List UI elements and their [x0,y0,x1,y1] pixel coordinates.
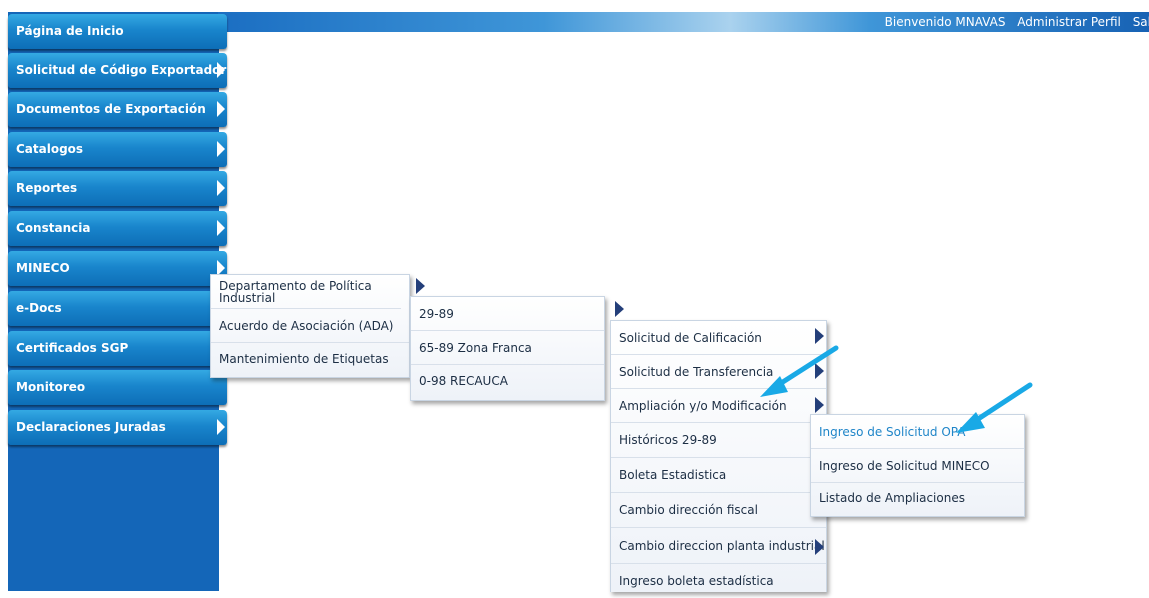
sidebar-item-codigo-exportador[interactable]: Solicitud de Código Exportador [8,53,227,88]
chevron-right-icon [217,141,225,157]
menu-item-label: Boleta Estadistica [619,468,727,482]
menu-item-label: 29-89 [419,307,454,321]
menu-item-ampliacion-modificacion[interactable]: Ampliación y/o Modificación [611,389,826,423]
menu-item-label: Solicitud de Transferencia [619,365,774,379]
sidebar-item-reportes[interactable]: Reportes [8,171,227,206]
top-bar-links: Bienvenido MNAVAS Administrar Perfil Sal [877,12,1149,32]
sidebar-item-certificados-sgp[interactable]: Certificados SGP [8,331,227,366]
menu-item-label: Ingreso de Solicitud MINECO [819,459,990,473]
mineco-submenu: Departamento de Política Industrial Acue… [210,274,410,378]
chevron-right-icon [217,101,225,117]
menu-item-label: 0-98 RECAUCA [419,374,508,388]
menu-item-label: 65-89 Zona Franca [419,341,532,355]
chevron-right-icon [217,180,225,196]
menu-item-label: Solicitud de Calificación [619,331,762,345]
menu-item-65-89[interactable]: 65-89 Zona Franca [411,331,604,365]
menu-item-label: Cambio direccion planta industrial [619,539,825,553]
menu-item-label: Acuerdo de Asociación (ADA) [219,319,394,333]
sidebar-item-catalogos[interactable]: Catalogos [8,132,227,167]
menu-item-label: Listado de Ampliaciones [819,491,965,505]
menu-item-label: Ingreso boleta estadística [619,574,774,588]
menu-item-solicitud-transferencia[interactable]: Solicitud de Transferencia [611,355,826,389]
menu-item-label: Ingreso de Solicitud OPA [819,425,966,439]
menu-29-89-submenu: Solicitud de Calificación Solicitud de T… [610,320,827,592]
logout-link[interactable]: Sal [1133,15,1149,29]
menu-item-label: Cambio dirección fiscal [619,503,758,517]
chevron-right-icon [416,278,425,294]
menu-item-cambio-direccion-planta[interactable]: Cambio direccion planta industrial [611,528,826,564]
sidebar-item-inicio[interactable]: Página de Inicio [8,14,227,49]
menu-item-ingreso-mineco[interactable]: Ingreso de Solicitud MINECO [811,449,1024,483]
menu-item-29-89[interactable]: 29-89 [411,297,604,331]
menu-item-solicitud-calificacion[interactable]: Solicitud de Calificación [611,321,826,355]
sidebar-item-label: Monitoreo [16,380,86,394]
menu-item-label: Mantenimiento de Etiquetas [219,352,389,366]
sidebar-item-label: Documentos de Exportación [16,102,206,116]
sidebar-item-constancia[interactable]: Constancia [8,211,227,246]
menu-item-label: Departamento de Política Industrial [219,279,372,305]
profile-link[interactable]: Administrar Perfil [1017,15,1121,29]
chevron-right-icon [815,539,824,555]
ampliacion-submenu: Ingreso de Solicitud OPA Ingreso de Soli… [810,414,1025,517]
menu-item-boleta-estadistica[interactable]: Boleta Estadistica [611,458,826,493]
sidebar-item-label: e-Docs [16,301,62,315]
sidebar-item-edocs[interactable]: e-Docs [8,291,227,326]
menu-item-label: Ampliación y/o Modificación [619,399,787,413]
menu-item-label: Históricos 29-89 [619,433,717,447]
menu-item-0-98[interactable]: 0-98 RECAUCA [411,365,604,398]
chevron-right-icon [815,397,824,413]
sidebar-item-label: Catalogos [16,142,84,156]
sidebar-item-label: Reportes [16,181,78,195]
sidebar-item-label: MINECO [16,261,70,275]
chevron-right-icon [217,220,225,236]
sidebar-item-label: Declaraciones Juradas [16,420,166,434]
menu-item-ingreso-opa[interactable]: Ingreso de Solicitud OPA [811,415,1024,449]
politica-industrial-submenu: 29-89 65-89 Zona Franca 0-98 RECAUCA [410,296,605,401]
menu-item-listado-ampliaciones[interactable]: Listado de Ampliaciones [811,483,1024,514]
menu-item-ada[interactable]: Acuerdo de Asociación (ADA) [211,309,409,343]
chevron-right-icon [217,419,225,435]
sidebar-item-monitoreo[interactable]: Monitoreo [8,370,227,405]
sidebar-item-declaraciones-juradas[interactable]: Declaraciones Juradas [8,410,227,445]
menu-item-etiquetas[interactable]: Mantenimiento de Etiquetas [211,343,409,375]
sidebar-item-mineco[interactable]: MINECO [8,251,227,286]
sidebar-item-label: Solicitud de Código Exportador [16,63,227,77]
menu-item-historicos[interactable]: Históricos 29-89 [611,423,826,458]
chevron-right-icon [815,363,824,379]
chevron-right-icon [217,62,225,78]
menu-item-ingreso-boleta[interactable]: Ingreso boleta estadística [611,564,826,592]
chevron-right-icon [615,301,624,317]
menu-item-cambio-direccion-fiscal[interactable]: Cambio dirección fiscal [611,493,826,528]
menu-item-politica-industrial[interactable]: Departamento de Política Industrial [211,277,401,309]
sidebar-item-documentos-exportacion[interactable]: Documentos de Exportación [8,92,227,127]
chevron-right-icon [815,328,824,344]
welcome-text: Bienvenido MNAVAS [884,15,1006,29]
top-bar: Bienvenido MNAVAS Administrar Perfil Sal [218,12,1149,32]
sidebar-item-label: Constancia [16,221,91,235]
sidebar-item-label: Página de Inicio [16,24,124,38]
sidebar-item-label: Certificados SGP [16,341,129,355]
